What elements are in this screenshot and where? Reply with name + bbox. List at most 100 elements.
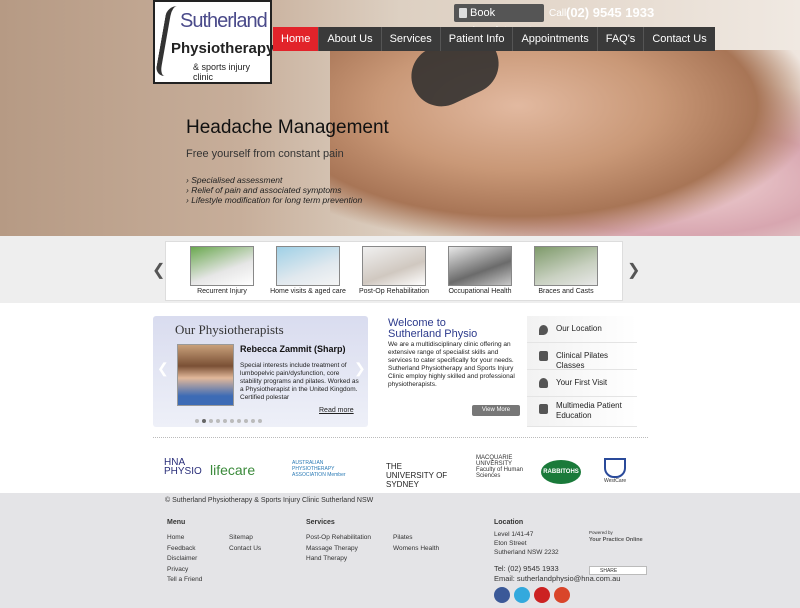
nav-faqs[interactable]: FAQ's <box>596 27 644 51</box>
book-appointment-button[interactable]: Book Appointment <box>454 4 544 37</box>
partner-university-sydney[interactable]: THE UNIVERSITY OF SYDNEY <box>386 462 452 489</box>
footer-menu-col1: Home Feedback Disclaimer Privacy Tell a … <box>167 533 202 586</box>
pilates-icon <box>539 351 548 361</box>
powered-by-label: Powered by <box>589 530 613 535</box>
call-number[interactable]: (02) 9545 1933 <box>566 5 654 20</box>
site-logo[interactable]: Sutherland Physiotherapy & sports injury… <box>153 0 275 84</box>
side-link-label[interactable]: Multimedia Patient Education <box>556 401 636 421</box>
facebook-icon[interactable] <box>494 587 510 603</box>
carousel-dot[interactable] <box>230 419 234 423</box>
nav-patient-info[interactable]: Patient Info <box>439 27 513 51</box>
carousel-label[interactable]: Braces and Casts <box>521 288 611 295</box>
footer-address: Level 1/41-47 Eton Street Sutherland NSW… <box>494 530 559 557</box>
hero-subtitle: Free yourself from constant pain <box>186 148 344 160</box>
welcome-title: Welcome to Sutherland Physio <box>388 318 488 340</box>
address-line: Eton Street <box>494 540 527 547</box>
footer-link[interactable]: Privacy <box>167 565 202 576</box>
social-icons <box>494 587 570 603</box>
footer-tel[interactable]: Tel: (02) 9545 1933 <box>494 564 559 575</box>
nav-home[interactable]: Home <box>273 27 319 51</box>
nav-services[interactable]: Services <box>380 27 440 51</box>
hero-bullet-list: Specialised assessment Relief of pain an… <box>186 175 362 205</box>
footer-location-heading: Location <box>494 519 524 526</box>
footer-link[interactable]: Contact Us <box>229 544 261 555</box>
carousel-label[interactable]: Post-Op Rehabilitation <box>349 288 439 295</box>
physiotherapist-description: Special interests include treatment of l… <box>240 362 359 401</box>
footer-services-col2: Pilates Womens Health <box>393 533 439 554</box>
physiotherapists-title: Our Physiotherapists <box>175 322 284 337</box>
welcome-text: We are a multidisciplinary clinic offeri… <box>388 341 515 388</box>
partner-westcare[interactable]: WestCare <box>604 478 626 484</box>
carousel-label[interactable]: Home visits & aged care <box>263 288 353 295</box>
view-more-button[interactable]: View More <box>472 405 520 416</box>
logo-line2: Physiotherapy <box>171 40 275 57</box>
carousel-label[interactable]: Occupational Health <box>435 288 525 295</box>
youtube-icon[interactable] <box>534 587 550 603</box>
logo-line1: Sutherland <box>180 10 268 32</box>
location-pin-icon <box>539 325 548 335</box>
carousel-dot[interactable] <box>195 419 199 423</box>
carousel-dot[interactable] <box>237 419 241 423</box>
carousel-thumb-occupational-health[interactable] <box>448 246 512 286</box>
carousel-thumb-post-op[interactable] <box>362 246 426 286</box>
side-link-label[interactable]: Clinical Pilates Classes <box>556 351 636 371</box>
nav-appointments[interactable]: Appointments <box>512 27 596 51</box>
calendar-icon <box>459 8 467 18</box>
footer-menu-col2: Sitemap Contact Us <box>229 533 261 554</box>
nav-contact-us[interactable]: Contact Us <box>643 27 714 51</box>
carousel-prev-arrow-icon[interactable]: ❮ <box>152 260 165 280</box>
address-line: Level 1/41-47 <box>494 531 534 538</box>
carousel-dot[interactable] <box>209 419 213 423</box>
carousel-dot[interactable] <box>258 419 262 423</box>
carousel-dots <box>195 419 262 423</box>
nav-about-us[interactable]: About Us <box>318 27 380 51</box>
physiotherapist-photo <box>177 344 234 406</box>
carousel-thumb-recurrent-injury[interactable] <box>190 246 254 286</box>
westcare-shield-icon <box>604 458 626 478</box>
partner-apa[interactable]: AUSTRALIAN PHYSIOTHERAPY ASSOCIATION Mem… <box>292 460 352 478</box>
carousel-dot[interactable] <box>216 419 220 423</box>
footer-link[interactable]: Disclaimer <box>167 554 202 565</box>
partner-hna-physio[interactable]: HNA PHYSIO <box>164 458 202 477</box>
copyright: © Sutherland Physiotherapy & Sports Inju… <box>165 497 374 504</box>
footer-menu-heading: Menu <box>167 519 186 526</box>
partner-macquarie[interactable]: MACQUARIE UNIVERSITY Faculty of Human Sc… <box>476 455 528 479</box>
twitter-icon[interactable] <box>514 587 530 603</box>
partner-lifecare[interactable]: lifecare <box>210 462 255 478</box>
logo-line3: & sports injury clinic <box>193 62 251 82</box>
phys-prev-arrow-icon[interactable]: ❮ <box>157 360 169 377</box>
carousel-dot[interactable] <box>244 419 248 423</box>
welcome-title-text: Welcome to Sutherland Physio <box>388 317 478 340</box>
main-nav: Home About Us Services Patient Info Appo… <box>273 27 715 51</box>
read-more-link[interactable]: Read more <box>319 407 354 414</box>
footer-services-heading: Services <box>306 519 335 526</box>
footer-link[interactable]: Home <box>167 533 202 544</box>
footer-link[interactable]: Tell a Friend <box>167 575 202 586</box>
google-plus-icon[interactable] <box>554 587 570 603</box>
side-link-label[interactable]: Your First Visit <box>556 378 636 388</box>
hero-bullet: Relief of pain and associated symptoms <box>186 185 362 195</box>
footer-services-col1: Post-Op Rehabilitation Massage Therapy H… <box>306 533 371 565</box>
section-divider <box>153 437 648 438</box>
footer-link[interactable]: Womens Health <box>393 544 439 555</box>
carousel-dot[interactable] <box>223 419 227 423</box>
carousel-next-arrow-icon[interactable]: ❯ <box>627 260 640 280</box>
carousel-dot[interactable] <box>202 419 206 423</box>
footer-link[interactable]: Post-Op Rehabilitation <box>306 533 371 544</box>
footer-link[interactable]: Pilates <box>393 533 439 544</box>
carousel-thumb-home-visits[interactable] <box>276 246 340 286</box>
footer-email[interactable]: Email: sutherlandphysio@hna.com.au <box>494 574 620 585</box>
footer-link[interactable]: Massage Therapy <box>306 544 371 555</box>
footer-link[interactable]: Sitemap <box>229 533 261 544</box>
carousel-dot[interactable] <box>251 419 255 423</box>
carousel-thumb-braces-casts[interactable] <box>534 246 598 286</box>
footer-link[interactable]: Feedback <box>167 544 202 555</box>
hero-bullet: Specialised assessment <box>186 175 362 185</box>
hero-photo <box>330 50 800 236</box>
powered-by-brand[interactable]: Your Practice Online <box>589 537 643 544</box>
carousel-label[interactable]: Recurrent Injury <box>177 288 267 295</box>
footer-link[interactable]: Hand Therapy <box>306 554 371 565</box>
side-link-label[interactable]: Our Location <box>556 324 636 334</box>
physiotherapist-name: Rebecca Zammit (Sharp) <box>240 344 346 354</box>
partner-rabbitohs[interactable]: RABBITOHS <box>541 460 581 484</box>
